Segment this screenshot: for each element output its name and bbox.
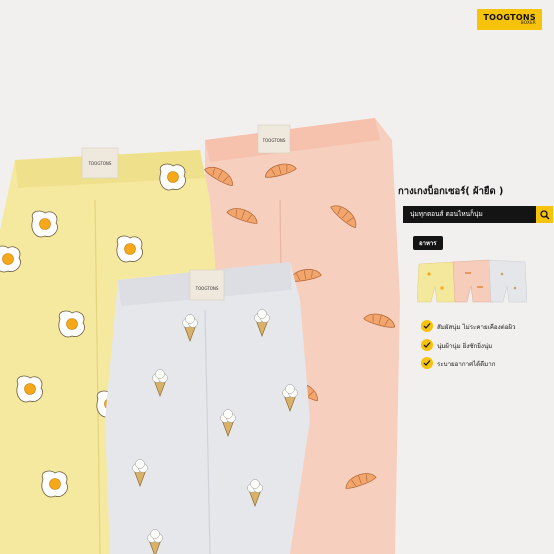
info-panel: TOOGTONS BOXER กางเกงบ็อกเซอร์( ผ้ายืด )… <box>395 0 554 554</box>
search-bar[interactable]: นุ่มทุกตอนส์ ตอนไหนก็นุ่ม <box>403 206 536 223</box>
brand-logo: TOOGTONS BOXER <box>477 9 542 30</box>
check-icon <box>421 320 433 332</box>
check-icon <box>421 339 433 351</box>
product-title: กางเกงบ็อกเซอร์( ผ้ายืด ) <box>398 186 504 197</box>
yellow-label-text: TOOGTONS <box>88 161 112 166</box>
product-thumbnails <box>417 259 527 303</box>
search-icon[interactable] <box>536 206 553 223</box>
pink-label-text: TOOGTONS <box>262 138 286 143</box>
feature-3: ระบายอากาศได้ดีมาก <box>437 361 496 368</box>
gray-boxer <box>105 262 310 554</box>
gray-label-text: TOOGTONS <box>195 286 219 291</box>
category-tag[interactable]: อาหาร <box>413 236 443 250</box>
check-icon <box>421 357 433 369</box>
feature-2: นุ่มผ้านุ่ม ยิ่งซักยิ่งนุ่ม <box>437 343 493 350</box>
feature-1: สัมผัสนุ่ม ไม่ระคายเคืองต่อผิว <box>437 324 516 331</box>
